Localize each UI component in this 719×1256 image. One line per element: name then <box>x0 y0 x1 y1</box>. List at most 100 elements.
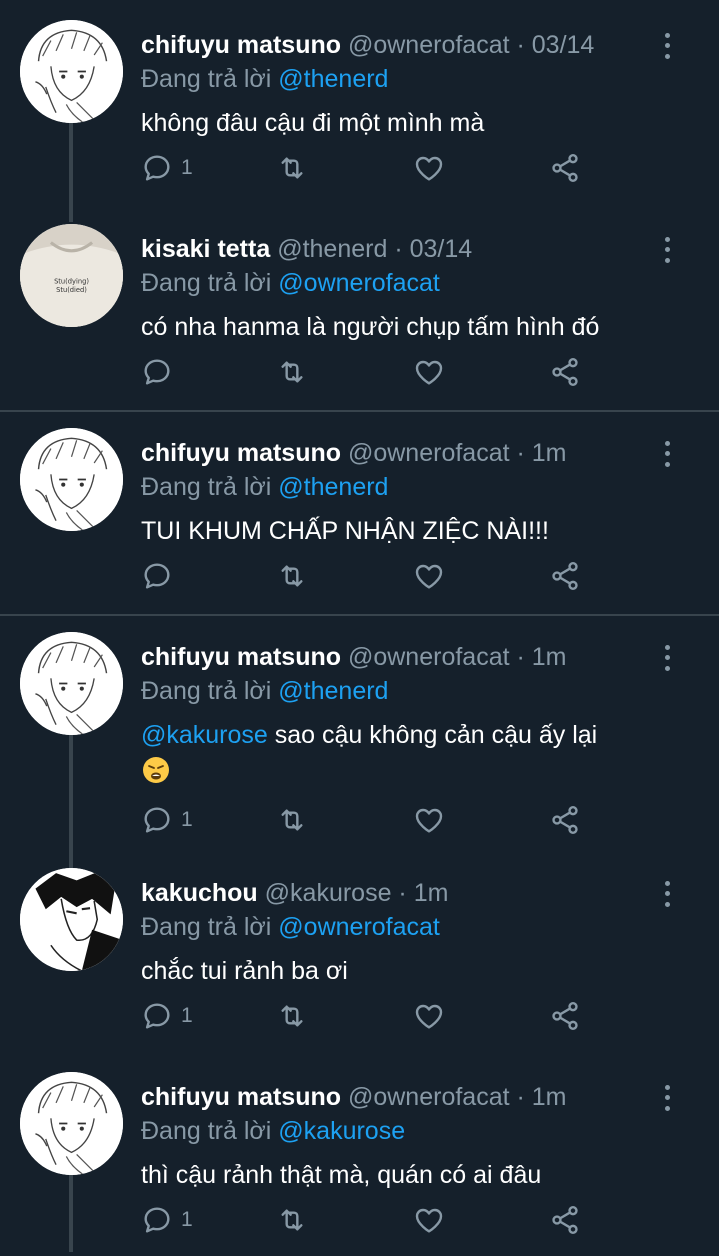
tweet-text-content: sao cậu không cản cậu ấy lại <box>267 721 598 749</box>
like-button[interactable] <box>413 352 445 392</box>
tweet-actions: 1 <box>141 996 601 1036</box>
avatar[interactable] <box>20 868 123 971</box>
body-mention[interactable]: @kakurose <box>141 721 268 749</box>
tweet-header: kakuchou @kakurose · 1m <box>141 878 659 908</box>
like-button[interactable] <box>413 1200 445 1240</box>
replying-to: Đang trả lời @kakurose <box>141 1116 405 1146</box>
avatar-text: Stu(died) <box>56 286 87 294</box>
avatar[interactable] <box>20 428 123 531</box>
handle-and-time: @ownerofacat · 1m <box>347 643 567 671</box>
display-name[interactable]: chifuyu matsuno <box>141 439 341 467</box>
handle-and-time: @ownerofacat · 1m <box>347 1083 567 1111</box>
like-button[interactable] <box>413 800 445 840</box>
retweet-button[interactable] <box>276 1200 308 1240</box>
tweet-text: không đâu cậu đi một mình mà <box>141 106 679 140</box>
reply-button[interactable]: 1 <box>141 800 193 840</box>
reply-to-mention[interactable]: @thenerd <box>278 65 388 93</box>
retweet-button[interactable] <box>276 996 308 1036</box>
tweet-text-content: không đâu cậu đi một mình mà <box>141 109 485 137</box>
more-icon[interactable] <box>659 642 675 674</box>
like-button[interactable] <box>413 556 445 596</box>
reply-to-mention[interactable]: @kakurose <box>278 1117 405 1145</box>
tweet-text: @kakurose sao cậu không cản cậu ấy lại <box>141 718 679 786</box>
display-name[interactable]: chifuyu matsuno <box>141 31 341 59</box>
share-button[interactable] <box>549 1200 581 1240</box>
reply-button[interactable]: 1 <box>141 996 193 1036</box>
display-name[interactable]: kakuchou <box>141 879 258 907</box>
like-icon <box>413 804 445 836</box>
reply-button[interactable] <box>141 352 181 392</box>
share-icon <box>549 1204 581 1236</box>
tweet-actions: 1 <box>141 800 601 840</box>
tweet-header: chifuyu matsuno @ownerofacat · 1m <box>141 1082 659 1112</box>
tweet[interactable]: chifuyu matsuno @ownerofacat · 1m Đang t… <box>0 412 719 612</box>
tweet[interactable]: Stu(dying) Stu(died) kisaki tetta @thene… <box>0 208 719 408</box>
more-icon[interactable] <box>659 1082 675 1114</box>
replying-to: Đang trả lời @thenerd <box>141 676 388 706</box>
avatar[interactable] <box>20 20 123 123</box>
tweet-actions <box>141 352 601 392</box>
handle-and-time: @ownerofacat · 1m <box>347 439 567 467</box>
retweet-icon <box>276 560 308 592</box>
retweet-button[interactable] <box>276 352 308 392</box>
tweet[interactable]: chifuyu matsuno @ownerofacat · 03/14 Đan… <box>0 4 719 204</box>
share-button[interactable] <box>549 800 581 840</box>
tweet-text-content: chắc tui rảnh ba ơi <box>141 957 348 985</box>
share-button[interactable] <box>549 556 581 596</box>
reply-button[interactable] <box>141 556 181 596</box>
tweet-header: chifuyu matsuno @ownerofacat · 1m <box>141 642 659 672</box>
avatar[interactable]: Stu(dying) Stu(died) <box>20 224 123 327</box>
more-icon[interactable] <box>659 878 675 910</box>
like-button[interactable] <box>413 148 445 188</box>
tweet[interactable]: chifuyu matsuno @ownerofacat · 1m Đang t… <box>0 1056 719 1256</box>
reply-icon <box>141 1204 173 1236</box>
retweet-button[interactable] <box>276 148 308 188</box>
handle-and-time: @ownerofacat · 03/14 <box>347 31 595 59</box>
more-icon[interactable] <box>659 234 675 266</box>
like-button[interactable] <box>413 996 445 1036</box>
replying-to: Đang trả lời @ownerofacat <box>141 268 440 298</box>
reply-count: 1 <box>181 1004 193 1027</box>
reply-prefix: Đang trả lời <box>141 677 272 705</box>
avatar-text: Stu(dying) <box>54 278 89 286</box>
retweet-icon <box>276 1204 308 1236</box>
reply-icon <box>141 356 173 388</box>
reply-button[interactable]: 1 <box>141 1200 193 1240</box>
more-icon[interactable] <box>659 30 675 62</box>
handle-and-time: @thenerd · 03/14 <box>277 235 473 263</box>
tweet-text-content: thì cậu rảnh thật mà, quán có ai đâu <box>141 1161 542 1189</box>
tweet-actions: 1 <box>141 1200 601 1240</box>
tweet-text-content: TUI KHUM CHẤP NHẬN ZIỆC NÀI!!! <box>141 517 549 545</box>
tweet-actions <box>141 556 601 596</box>
handle-and-time: @kakurose · 1m <box>264 879 449 907</box>
display-name[interactable]: chifuyu matsuno <box>141 643 341 671</box>
replying-to: Đang trả lời @ownerofacat <box>141 912 440 942</box>
tweet-actions: 1 <box>141 148 601 188</box>
reply-to-mention[interactable]: @thenerd <box>278 677 388 705</box>
reply-icon <box>141 560 173 592</box>
retweet-button[interactable] <box>276 556 308 596</box>
retweet-icon <box>276 152 308 184</box>
share-button[interactable] <box>549 352 581 392</box>
like-icon <box>413 560 445 592</box>
tweet[interactable]: chifuyu matsuno @ownerofacat · 1m Đang t… <box>0 616 719 852</box>
reply-to-mention[interactable]: @ownerofacat <box>278 913 440 941</box>
avatar[interactable] <box>20 1072 123 1175</box>
tweet[interactable]: kakuchou @kakurose · 1m Đang trả lời @ow… <box>0 852 719 1052</box>
reply-prefix: Đang trả lời <box>141 269 272 297</box>
share-button[interactable] <box>549 148 581 188</box>
tweet-text-content: có nha hanma là người chụp tấm hình đó <box>141 313 600 341</box>
retweet-button[interactable] <box>276 800 308 840</box>
display-name[interactable]: kisaki tetta <box>141 235 270 263</box>
avatar[interactable] <box>20 632 123 735</box>
replying-to: Đang trả lời @thenerd <box>141 472 388 502</box>
reply-button[interactable]: 1 <box>141 148 193 188</box>
share-icon <box>549 152 581 184</box>
replying-to: Đang trả lời @thenerd <box>141 64 388 94</box>
share-button[interactable] <box>549 996 581 1036</box>
reply-to-mention[interactable]: @ownerofacat <box>278 269 440 297</box>
more-icon[interactable] <box>659 438 675 470</box>
retweet-icon <box>276 804 308 836</box>
display-name[interactable]: chifuyu matsuno <box>141 1083 341 1111</box>
reply-to-mention[interactable]: @thenerd <box>278 473 388 501</box>
